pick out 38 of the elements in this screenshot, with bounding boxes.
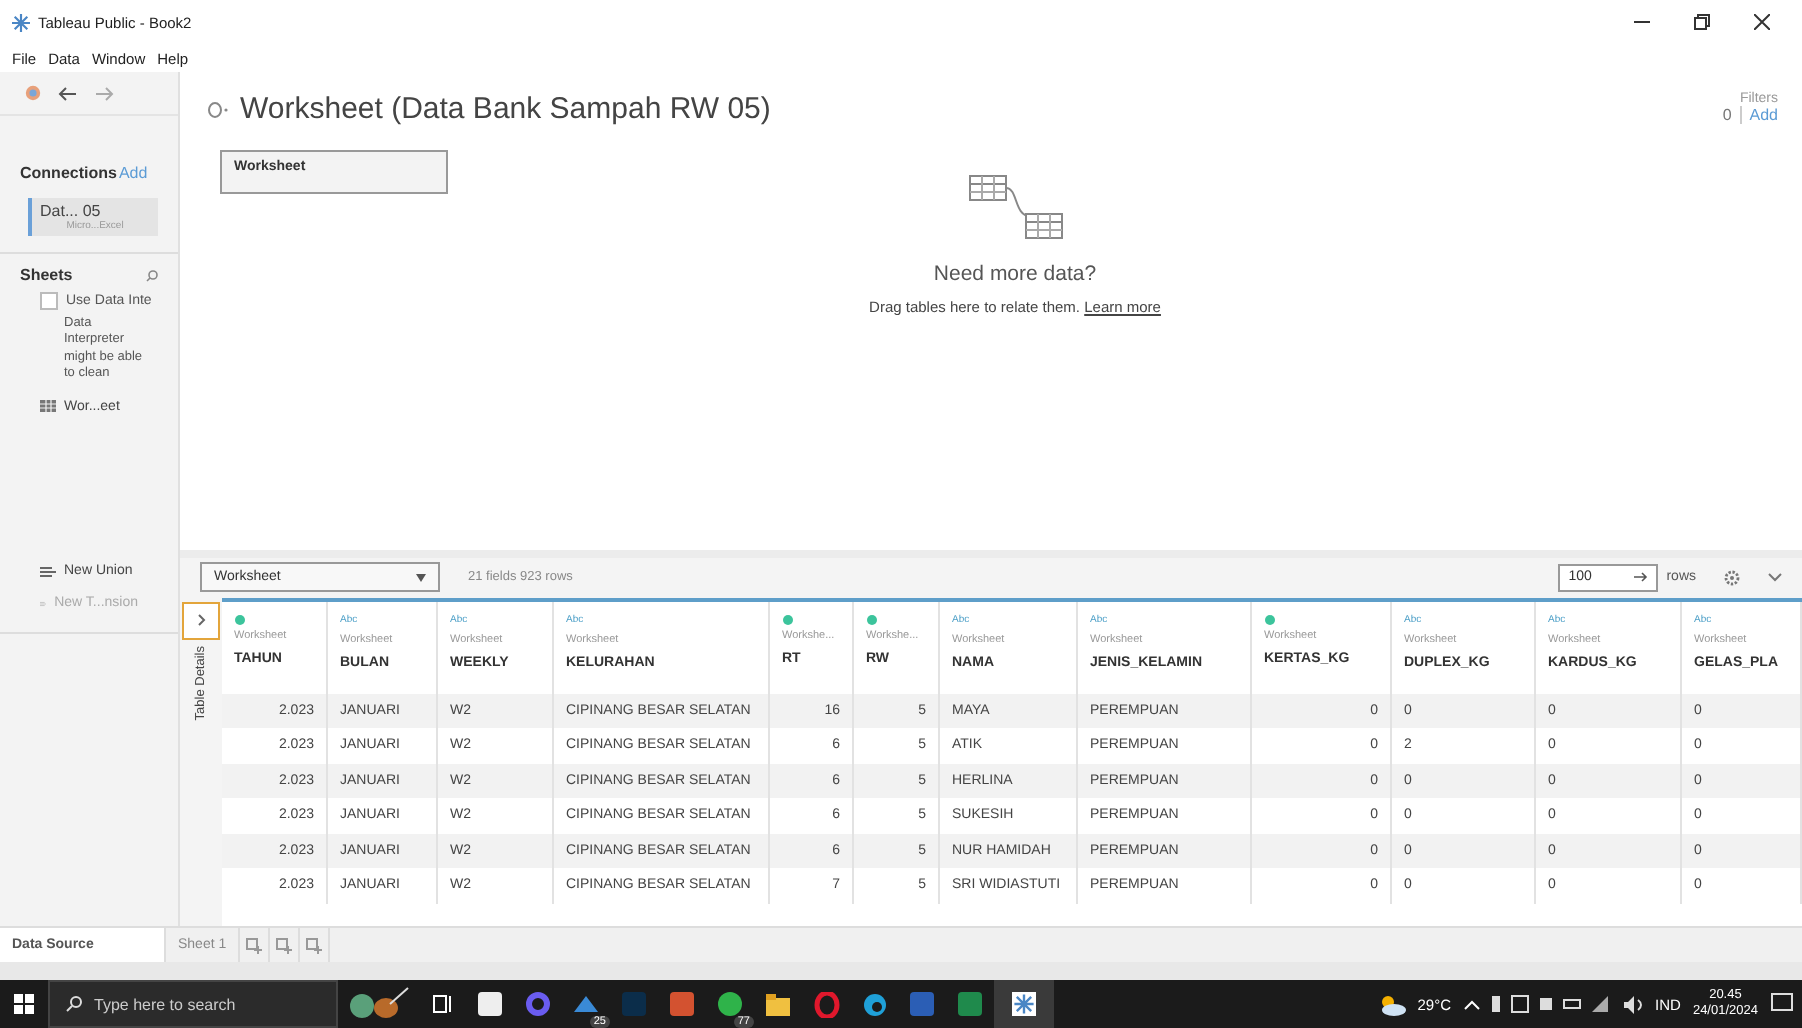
chevron-up-icon[interactable] [1463,999,1480,1009]
search-icon [66,996,82,1012]
new-sheet-icon[interactable] [246,937,263,953]
number-type-icon [782,613,794,626]
arrow-icon [1634,572,1649,583]
new-sheet-icon[interactable] [276,937,293,953]
app-logo-icon [12,13,30,31]
back-arrow-icon[interactable] [58,85,78,101]
connections-heading: Connections [20,164,117,182]
task-view-icon[interactable] [432,994,452,1014]
volume-icon[interactable] [1623,995,1644,1013]
folder-icon[interactable] [764,993,792,1015]
windows-start-icon[interactable] [14,994,34,1014]
weather-icon [1377,993,1406,1015]
number-type-icon [1264,613,1276,626]
taskbar-search-field[interactable]: Type here to search [48,980,338,1028]
data-source-title: Worksheet (Data Bank Sampah RW 05) [240,92,771,126]
logo-icon[interactable] [24,84,42,102]
union-icon [40,563,56,580]
database-icon [208,102,228,118]
restore-icon[interactable] [1694,14,1710,30]
chevron-down-icon[interactable] [1768,572,1782,583]
grid-icon [40,400,56,413]
app-logo-icon[interactable] [1012,992,1036,1016]
filters-count: 0 [1722,106,1742,124]
sheets-heading: Sheets [20,266,73,284]
search-icon[interactable] [146,269,158,281]
number-type-icon [234,613,246,626]
checkbox[interactable] [40,292,58,310]
number-type-icon [866,613,878,626]
need-more-data-heading: Need more data? [933,262,1097,286]
related-tables-icon [967,174,1063,242]
settings-icon[interactable] [1724,569,1740,586]
notification-icon[interactable] [1770,992,1794,1016]
close-icon[interactable] [1754,14,1770,30]
chevron-right-icon [197,614,205,627]
new-sheet-icon[interactable] [306,937,323,953]
caret-icon [416,573,426,582]
